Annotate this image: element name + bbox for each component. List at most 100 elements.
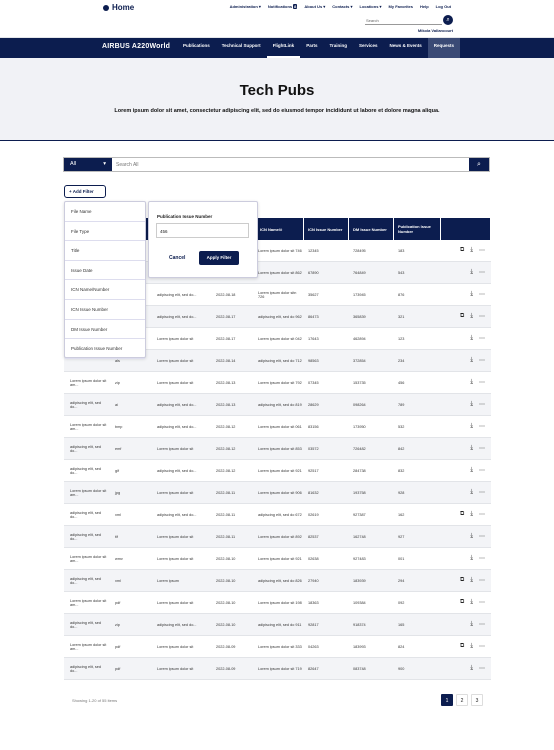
more-icon[interactable]: ⋯ <box>479 489 485 496</box>
util-link-2[interactable]: About Us ▾ <box>304 4 325 9</box>
more-icon[interactable]: ⋯ <box>479 357 485 364</box>
user-name[interactable]: Mikola Vallancourt <box>418 28 453 33</box>
more-icon[interactable]: ⋯ <box>479 577 485 584</box>
column-header[interactable]: ICN Name/# <box>256 218 304 240</box>
download-icon[interactable]: ⤓ <box>470 401 473 408</box>
download-icon[interactable]: ⤓ <box>470 643 473 650</box>
table-cell: 2022-08-12 <box>216 446 236 451</box>
more-icon[interactable]: ⋯ <box>479 269 485 276</box>
filter-field-option[interactable]: Title <box>65 241 145 261</box>
download-icon[interactable]: ⤓ <box>470 291 473 298</box>
download-icon[interactable]: ⤓ <box>470 489 473 496</box>
more-icon[interactable]: ⋯ <box>479 533 485 540</box>
more-icon[interactable]: ⋯ <box>479 379 485 386</box>
table-cell: 109384 <box>353 600 366 605</box>
more-icon[interactable]: ⋯ <box>479 445 485 452</box>
table-cell: 728495 <box>353 248 366 253</box>
open-external-icon[interactable]: ⧉ <box>460 313 464 320</box>
nav-item-2[interactable]: FlightLink <box>266 38 301 58</box>
download-icon[interactable]: ⤓ <box>470 269 473 276</box>
page-1[interactable]: 1 <box>441 694 453 706</box>
cancel-button[interactable]: Cancel <box>169 255 185 261</box>
search-scope-select[interactable]: All ▾ <box>64 158 112 171</box>
util-link-5[interactable]: My Favorites <box>389 4 413 9</box>
column-header[interactable] <box>441 218 491 240</box>
filter-field-option[interactable]: File Type <box>65 222 145 242</box>
filter-field-option[interactable]: ICN Name/Number <box>65 280 145 300</box>
open-external-icon[interactable]: ⧉ <box>460 599 464 606</box>
more-icon[interactable]: ⋯ <box>479 313 485 320</box>
download-icon[interactable]: ⤓ <box>470 335 473 342</box>
download-icon[interactable]: ⤓ <box>470 423 473 430</box>
more-icon[interactable]: ⋯ <box>479 511 485 518</box>
home-link[interactable]: Home <box>103 3 134 12</box>
table-cell: adipiscing elit, sed do... <box>157 512 197 517</box>
top-search-input[interactable]: Search <box>365 16 442 25</box>
nav-item-0[interactable]: Publications <box>177 38 216 58</box>
download-icon[interactable]: ⤓ <box>470 467 473 474</box>
more-icon[interactable]: ⋯ <box>479 467 485 474</box>
nav-item-7[interactable]: Requests <box>427 38 461 58</box>
search-icon[interactable]: ⌕ <box>443 15 453 25</box>
nav-item-4[interactable]: Training <box>323 38 353 58</box>
open-external-icon[interactable]: ⧉ <box>460 577 464 584</box>
column-header[interactable]: ICN Issue Number <box>304 218 349 240</box>
nav-item-1[interactable]: Technical Support <box>216 38 267 58</box>
open-external-icon[interactable]: ⧉ <box>460 511 464 518</box>
nav-item-5[interactable]: Services <box>353 38 384 58</box>
open-external-icon[interactable]: ⧉ <box>460 643 464 650</box>
download-icon[interactable]: ⤓ <box>470 313 473 320</box>
download-icon[interactable]: ⤓ <box>470 379 473 386</box>
util-link-7[interactable]: Log Out <box>436 4 451 9</box>
filter-field-option[interactable]: Issue Date <box>65 261 145 281</box>
more-icon[interactable]: ⋯ <box>479 599 485 606</box>
add-filter-button[interactable]: + Add Filter <box>64 185 106 198</box>
more-icon[interactable]: ⋯ <box>479 401 485 408</box>
download-icon[interactable]: ⤓ <box>470 577 473 584</box>
apply-filter-button[interactable]: Apply Filter <box>199 251 239 265</box>
util-link-6[interactable]: Help <box>420 4 429 9</box>
util-link-3[interactable]: Contacts ▾ <box>332 4 352 9</box>
more-icon[interactable]: ⋯ <box>479 247 485 254</box>
column-header[interactable]: DM Issue Number <box>349 218 394 240</box>
open-external-icon[interactable]: ⧉ <box>460 247 464 254</box>
more-icon[interactable]: ⋯ <box>479 291 485 298</box>
more-icon[interactable]: ⋯ <box>479 643 485 650</box>
main-search-input[interactable]: Search All <box>112 158 469 171</box>
table-cell: Lorem ipsum dolor sit <box>157 490 194 495</box>
download-icon[interactable]: ⤓ <box>470 555 473 562</box>
download-icon[interactable]: ⤓ <box>470 247 473 254</box>
download-icon[interactable]: ⤓ <box>470 621 473 628</box>
download-icon[interactable]: ⤓ <box>470 665 473 672</box>
download-icon[interactable]: ⤓ <box>470 445 473 452</box>
download-icon[interactable]: ⤓ <box>470 511 473 518</box>
filter-field-option[interactable]: DM Issue Number <box>65 320 145 340</box>
more-icon[interactable]: ⋯ <box>479 555 485 562</box>
download-icon[interactable]: ⤓ <box>470 357 473 364</box>
column-header[interactable]: Publication Issue Number <box>394 218 441 240</box>
table-cell: 2022-08-12 <box>216 424 236 429</box>
more-icon[interactable]: ⋯ <box>479 335 485 342</box>
util-link-0[interactable]: Administration ▾ <box>230 4 261 9</box>
nav-item-6[interactable]: News & Events <box>384 38 428 58</box>
table-cell: adipiscing elit, sed do... <box>157 402 197 407</box>
nav-item-3[interactable]: Parts <box>300 38 323 58</box>
logo[interactable]: AIRBUS A220World <box>102 43 170 50</box>
more-icon[interactable]: ⋯ <box>479 665 485 672</box>
filter-field-option[interactable]: ICN Issue Number <box>65 300 145 320</box>
page-3[interactable]: 3 <box>471 694 483 706</box>
table-cell: adipiscing elit, sed do 712 <box>258 358 302 363</box>
util-link-4[interactable]: Locations ▾ <box>360 4 382 9</box>
table-cell: Lorem ipsum dolor sit 061 <box>258 424 302 429</box>
more-icon[interactable]: ⋯ <box>479 423 485 430</box>
more-icon[interactable]: ⋯ <box>479 621 485 628</box>
download-icon[interactable]: ⤓ <box>470 599 473 606</box>
table-cell: 28629 <box>308 402 319 407</box>
search-button[interactable]: ⌕ <box>469 158 489 171</box>
util-link-1[interactable]: Notifications 8 <box>268 4 298 9</box>
filter-field-option[interactable]: File Name <box>65 202 145 222</box>
filter-value-input[interactable]: 456 <box>156 223 249 238</box>
page-2[interactable]: 2 <box>456 694 468 706</box>
download-icon[interactable]: ⤓ <box>470 533 473 540</box>
filter-field-option[interactable]: Publication Issue Number <box>65 339 145 359</box>
